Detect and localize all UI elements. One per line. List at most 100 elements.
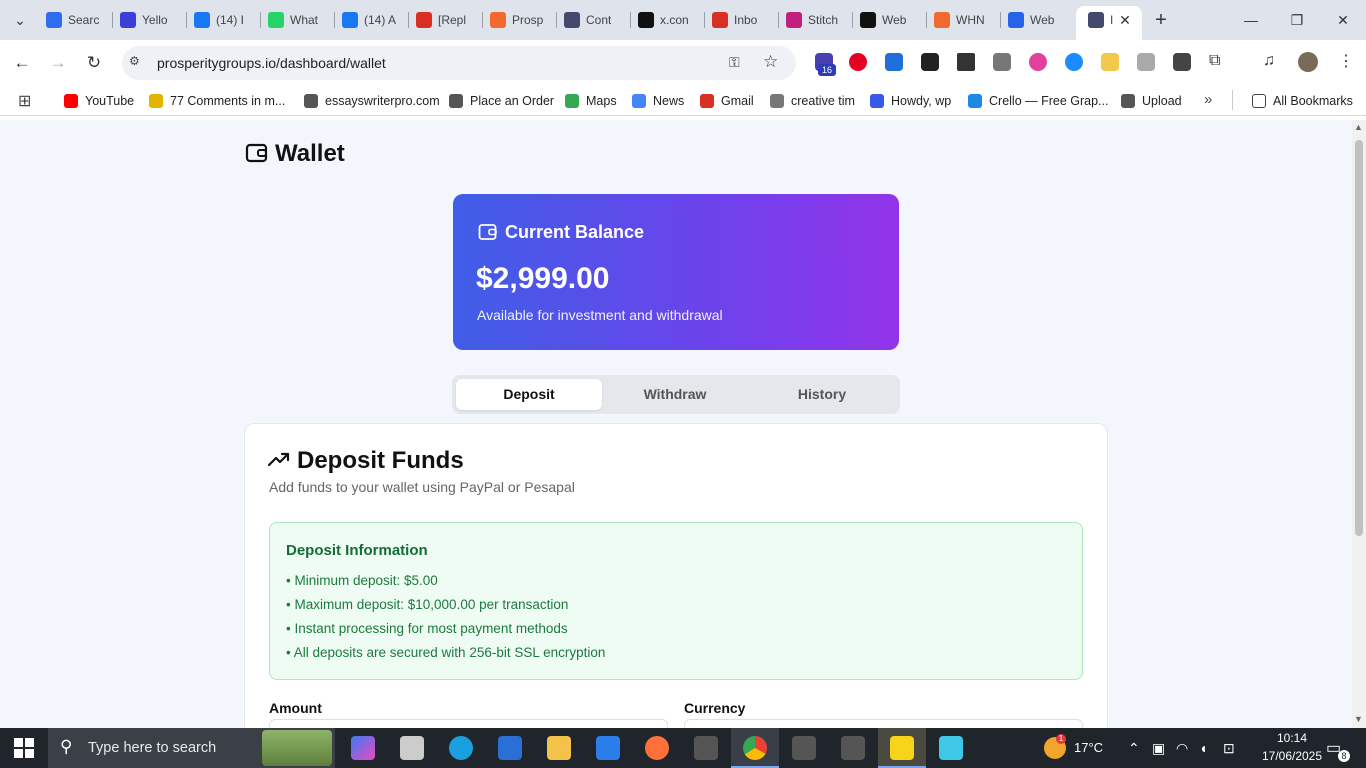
- cpanel-icon: [934, 12, 950, 28]
- windows-start-icon[interactable]: [14, 738, 34, 758]
- media-control-icon[interactable]: ♫: [1263, 52, 1275, 70]
- extension-tb-icon[interactable]: [993, 53, 1011, 71]
- weather-badge: 1: [1056, 734, 1066, 744]
- bookmark-item[interactable]: Gmail: [700, 92, 754, 110]
- chrome-icon[interactable]: [743, 736, 767, 760]
- bookmark-label: Howdy, wp: [891, 94, 952, 108]
- document-app-icon[interactable]: [498, 736, 522, 760]
- tray-device-icon[interactable]: ▣: [1152, 740, 1165, 757]
- bookmark-star-icon[interactable]: ☆: [763, 52, 778, 72]
- close-tab-icon[interactable]: ✕: [1113, 8, 1137, 32]
- reload-icon[interactable]: ↻: [82, 51, 106, 75]
- restore-window-icon[interactable]: ❐: [1285, 8, 1309, 32]
- chess-app-icon[interactable]: [400, 736, 424, 760]
- l-app-icon[interactable]: [792, 736, 816, 760]
- firefox-icon[interactable]: [645, 736, 669, 760]
- browser-tab[interactable]: x.con: [638, 6, 700, 34]
- extension-wand-icon[interactable]: [1101, 53, 1119, 71]
- browser-menu-icon[interactable]: ⋮: [1338, 51, 1354, 71]
- eyedropper-extension-icon[interactable]: [957, 53, 975, 71]
- bookmark-label: News: [653, 94, 685, 108]
- browser-tab[interactable]: Cont: [564, 6, 626, 34]
- bookmark-item[interactable]: Maps: [565, 92, 617, 110]
- more-bookmarks-icon[interactable]: »: [1204, 91, 1212, 108]
- tab-separator: [630, 12, 631, 28]
- minimize-window-icon[interactable]: —: [1239, 8, 1263, 32]
- creativetim-icon: [770, 94, 784, 108]
- sticky-notes-icon[interactable]: [890, 736, 914, 760]
- browser-tab[interactable]: Searc: [46, 6, 108, 34]
- tray-overflow-icon[interactable]: ⌃: [1128, 740, 1140, 757]
- pinterest-extension-icon[interactable]: [849, 53, 867, 71]
- clock-time[interactable]: 10:14: [1262, 731, 1322, 745]
- copilot-icon[interactable]: [351, 736, 375, 760]
- edge-icon[interactable]: [449, 736, 473, 760]
- apps-grid-icon[interactable]: ⊞: [18, 91, 31, 111]
- tab-search-dropdown-icon[interactable]: ⌄: [8, 8, 32, 32]
- back-icon[interactable]: ←: [10, 51, 34, 75]
- bookmark-item[interactable]: essayswriterpro.com: [304, 92, 440, 110]
- browser-tab[interactable]: (14) I: [194, 6, 256, 34]
- browser-tab[interactable]: Yello: [120, 6, 182, 34]
- scroll-up-icon[interactable]: ▲: [1354, 122, 1363, 132]
- bookmark-label: 77 Comments in m...: [170, 94, 286, 108]
- browser-tab[interactable]: Web: [860, 6, 922, 34]
- tab-withdraw[interactable]: Withdraw: [602, 386, 748, 402]
- vpn-app-icon[interactable]: [939, 736, 963, 760]
- browser-tab[interactable]: WHN: [934, 6, 996, 34]
- file-explorer-icon[interactable]: [547, 736, 571, 760]
- currency-label: Currency: [684, 700, 746, 716]
- bookmark-item[interactable]: Upload: [1121, 92, 1182, 110]
- bookmark-item[interactable]: Crello — Free Grap...: [968, 92, 1108, 110]
- extension-download-icon[interactable]: [1173, 53, 1191, 71]
- v-app-icon[interactable]: [694, 736, 718, 760]
- wifi-icon[interactable]: ◠: [1176, 740, 1188, 757]
- close-window-icon[interactable]: ✕: [1331, 8, 1355, 32]
- browser-tab[interactable]: [Repl: [416, 6, 478, 34]
- password-key-icon[interactable]: ⚿: [729, 54, 740, 71]
- extensions-puzzle-icon[interactable]: ⧉: [1209, 52, 1220, 70]
- tab-deposit[interactable]: Deposit: [456, 386, 602, 402]
- bookmark-item[interactable]: Place an Order: [449, 92, 554, 110]
- extension-check-icon[interactable]: [1065, 53, 1083, 71]
- extension-v-icon[interactable]: [885, 53, 903, 71]
- all-bookmarks-button[interactable]: All Bookmarks: [1252, 92, 1353, 110]
- browser-tab[interactable]: Stitch: [786, 6, 848, 34]
- bookmark-item[interactable]: creative tim: [770, 92, 855, 110]
- browser-tab[interactable]: Prosp: [490, 6, 552, 34]
- tab-title: [Repl: [438, 13, 467, 27]
- extension-k-icon[interactable]: [1137, 53, 1155, 71]
- scrollbar-thumb[interactable]: [1355, 140, 1363, 536]
- extension-font-icon[interactable]: [921, 53, 939, 71]
- bookmark-item[interactable]: YouTube: [64, 92, 134, 110]
- volume-icon[interactable]: ◖: [1199, 740, 1207, 756]
- balance-label: Current Balance: [505, 222, 645, 242]
- forward-icon[interactable]: →: [46, 51, 70, 75]
- gmail-icon: [700, 94, 714, 108]
- bookmark-item[interactable]: Howdy, wp: [870, 92, 951, 110]
- browser-tab[interactable]: Inbo: [712, 6, 774, 34]
- notification-count-badge: 8: [1338, 750, 1350, 762]
- wix-icon: [860, 12, 876, 28]
- scroll-down-icon[interactable]: ▼: [1354, 714, 1363, 724]
- browser-tab[interactable]: I: [1088, 6, 1114, 34]
- p-app-icon[interactable]: [841, 736, 865, 760]
- extension-circle-icon[interactable]: [1029, 53, 1047, 71]
- microsoft-store-icon[interactable]: [596, 736, 620, 760]
- temperature-text[interactable]: 17°C: [1074, 740, 1103, 755]
- new-tab-icon[interactable]: +: [1149, 8, 1173, 32]
- browser-tab[interactable]: (14) A: [342, 6, 404, 34]
- input-method-icon[interactable]: ⊡: [1223, 740, 1235, 757]
- tab-separator: [704, 12, 705, 28]
- tab-history[interactable]: History: [749, 386, 895, 402]
- bookmark-item[interactable]: News: [632, 92, 684, 110]
- browser-tab[interactable]: Web: [1008, 6, 1070, 34]
- site-info-icon[interactable]: ⚙: [129, 54, 145, 70]
- clock-date[interactable]: 17/06/2025: [1256, 749, 1328, 763]
- bookmark-item[interactable]: 77 Comments in m...: [149, 92, 285, 110]
- url-text[interactable]: prosperitygroups.io/dashboard/wallet: [157, 55, 386, 71]
- prosperity-icon: [490, 12, 506, 28]
- comment-icon: [149, 94, 163, 108]
- browser-tab[interactable]: What: [268, 6, 330, 34]
- profile-avatar[interactable]: [1298, 52, 1318, 72]
